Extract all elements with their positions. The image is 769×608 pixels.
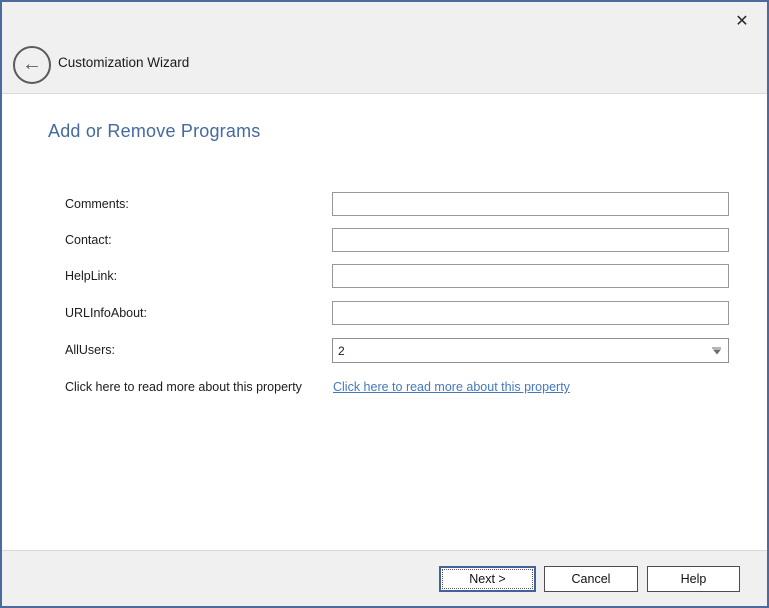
next-button-label: Next > xyxy=(469,572,505,586)
comments-input[interactable] xyxy=(332,192,729,216)
dialog-header: ✕ ← Customization Wizard xyxy=(2,2,767,94)
chevron-down-icon xyxy=(712,347,721,354)
cancel-button[interactable]: Cancel xyxy=(544,566,638,592)
field-label-helplink: HelpLink: xyxy=(65,269,117,283)
window-title: Customization Wizard xyxy=(58,55,189,70)
help-button-label: Help xyxy=(681,572,707,586)
customization-wizard-dialog: ✕ ← Customization Wizard Add or Remove P… xyxy=(0,0,769,608)
allusers-combobox[interactable]: 2 xyxy=(332,338,729,363)
urlinfoabout-input[interactable] xyxy=(332,301,729,325)
field-label-urlinfoabout: URLInfoAbout: xyxy=(65,306,147,320)
help-button[interactable]: Help xyxy=(647,566,740,592)
back-button[interactable]: ← xyxy=(13,46,51,84)
page-title: Add or Remove Programs xyxy=(48,121,260,142)
helplink-input[interactable] xyxy=(332,264,729,288)
allusers-combobox-value: 2 xyxy=(338,344,345,358)
dialog-footer: Next > Cancel Help xyxy=(2,550,767,606)
back-arrow-icon: ← xyxy=(22,54,42,74)
cancel-button-label: Cancel xyxy=(572,572,611,586)
field-label-comments: Comments: xyxy=(65,197,129,211)
field-label-allusers: AllUsers: xyxy=(65,343,115,357)
close-icon: ✕ xyxy=(735,11,748,31)
contact-input[interactable] xyxy=(332,228,729,252)
field-label-contact: Contact: xyxy=(65,233,112,247)
read-more-link[interactable]: Click here to read more about this prope… xyxy=(333,380,570,394)
close-button[interactable]: ✕ xyxy=(729,8,755,34)
next-button[interactable]: Next > xyxy=(439,566,536,592)
link-row-label: Click here to read more about this prope… xyxy=(65,380,302,394)
